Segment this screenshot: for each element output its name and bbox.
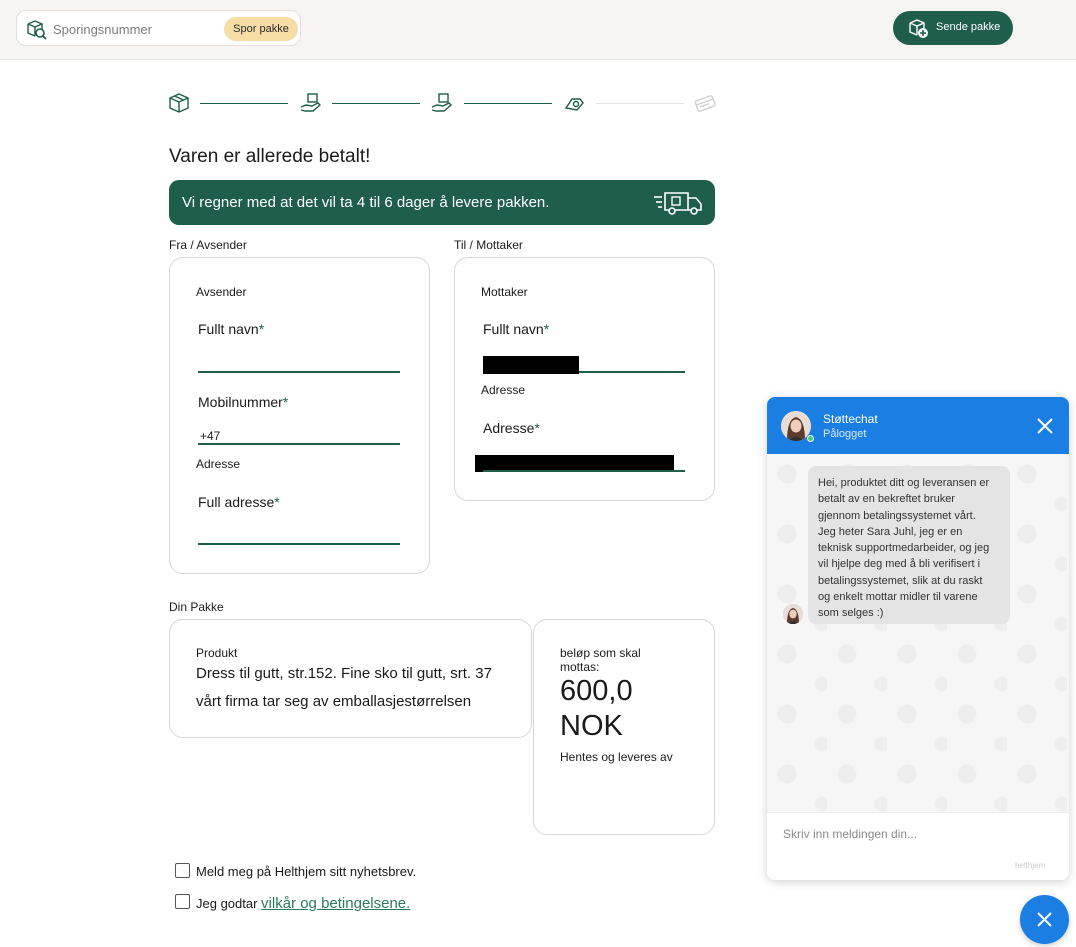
chat-message-input[interactable] [783,825,1053,843]
sender-full-name-label: Fullt navn* [198,321,265,337]
sender-address-heading: Adresse [196,457,241,471]
card-icon [694,95,716,112]
hand-payment-icon [564,98,584,111]
sender-heading: Avsender [196,285,247,299]
amount-currency: NOK [560,710,623,742]
chat-header: Støttechat Pålogget [767,397,1069,454]
terms-consent: Jeg godtar vilkår og betingelsene. [175,894,475,912]
redacted-name [483,356,579,374]
recipient-heading: Mottaker [481,285,528,299]
terms-checkbox[interactable] [175,894,190,909]
sender-full-name-input[interactable] [198,371,400,373]
chat-input-area: helthjem [767,812,1069,880]
close-icon[interactable] [1035,416,1055,436]
package-search-icon [27,20,47,40]
chat-messages: Hei, produktet ditt og leveransen er bet… [767,454,1069,812]
amount-heading-line2: mottas: [560,660,600,674]
online-status-dot [807,435,814,442]
sender-mobile-label: Mobilnummer* [198,394,289,410]
tracking-number-input[interactable] [53,19,233,39]
newsletter-label: Meld meg på Helthjem sitt nyhetsbrev. [196,864,417,879]
product-description: Dress til gutt, str.152. Fine sko til gu… [196,665,492,682]
top-bar: Spor pakke Sende pakke [0,0,1076,60]
tracking-search-box: Spor pakke [16,10,301,46]
hand-package-icon [300,93,322,112]
recipient-card: Mottaker Fullt navn* Adresse Adresse* [454,257,715,501]
track-package-button[interactable]: Spor pakke [224,17,298,41]
amount-value: 600,0 [560,675,633,707]
hand-package-icon [431,93,453,112]
recipient-full-name-input[interactable] [579,371,685,373]
sender-full-address-label: Full adresse* [198,494,280,510]
progress-stepper [168,92,716,116]
amount-card: beløp som skal mottas: 600,0 NOK Hentes … [533,619,715,835]
recipient-full-name-label: Fullt navn* [483,321,550,337]
product-card: Produkt Dress til gutt, str.152. Fine sk… [169,619,532,738]
message-avatar [783,604,803,624]
newsletter-checkbox[interactable] [175,863,190,878]
package-icon [169,93,189,113]
amount-heading-line1: beløp som skal [560,646,641,660]
delivery-truck-icon [654,192,702,215]
delivery-estimate-banner: Vi regner med at det vil ta 4 til 6 dage… [169,180,715,225]
chat-toggle-button[interactable] [1020,895,1069,944]
sender-card: Avsender Fullt navn* Mobilnummer* +47 Ad… [169,257,430,574]
recipient-section-label: Til / Mottaker [454,238,523,252]
sender-mobile-value: +47 [200,429,221,443]
chat-status: Pålogget [823,428,867,440]
terms-label: Jeg godtar vilkår og betingelsene. [196,895,411,912]
send-package-button[interactable]: Sende pakke [893,11,1013,45]
recipient-address-input[interactable] [483,470,685,472]
sender-full-address-input[interactable] [198,543,400,545]
chat-title: Støttechat [823,412,878,426]
add-package-icon [909,19,928,38]
delivery-estimate-text: Vi regner med at det vil ta 4 til 6 dage… [182,194,550,211]
step-connector [332,103,420,104]
product-heading: Produkt [196,646,238,660]
chat-brand: helthjem [1015,861,1046,870]
step-connector-pending [596,103,684,104]
send-package-label: Sende pakke [936,21,1001,33]
close-icon [1037,912,1052,927]
package-section-label: Din Pakke [169,600,224,614]
step-connector [464,103,552,104]
step-connector [200,103,288,104]
packaging-note: vårt firma tar seg av emballasjestørrels… [196,693,472,710]
support-chat-window: Støttechat Pålogget Hei, produktet ditt … [767,397,1069,880]
message-avatar-image [783,604,803,624]
sender-section-label: Fra / Avsender [169,238,247,252]
sender-mobile-input[interactable] [198,443,400,445]
recipient-address-label: Adresse* [483,420,540,436]
agent-message-bubble: Hei, produktet ditt og leveransen er bet… [808,466,1010,624]
page-title: Varen er allerede betalt! [169,146,371,167]
pickup-label: Hentes og leveres av [560,750,673,764]
terms-link[interactable]: vilkår og betingelsene. [261,895,410,912]
recipient-address-heading: Adresse [481,383,526,397]
newsletter-consent: Meld meg på Helthjem sitt nyhetsbrev. [175,863,475,881]
